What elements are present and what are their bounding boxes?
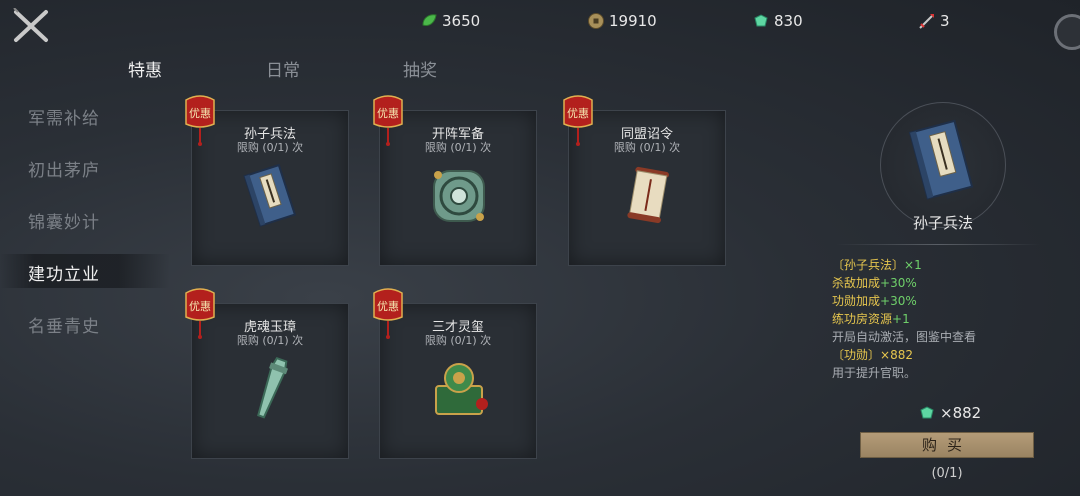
badge-label: 优惠 <box>377 299 399 313</box>
badge-label: 优惠 <box>189 299 211 313</box>
scroll-icon <box>627 166 669 224</box>
detail-line-stat2: 功勋加成+30% <box>832 292 917 310</box>
currency-copper: 19910 <box>587 10 657 32</box>
sidebar-item-merit[interactable]: 建功立业 <box>28 260 100 285</box>
item-price: ×882 <box>918 404 981 422</box>
merit-token-icon <box>754 14 768 27</box>
currency-copper-value: 19910 <box>609 12 657 30</box>
detail-item-qty: ×1 <box>904 258 922 272</box>
discount-badge: 优惠 <box>373 95 403 146</box>
discount-badge: 优惠 <box>185 95 215 146</box>
price-value: ×882 <box>940 404 982 422</box>
tab-special-offer[interactable]: 特惠 <box>128 56 162 81</box>
discount-badge: 优惠 <box>185 288 215 339</box>
tab-lottery[interactable]: 抽奖 <box>403 56 437 81</box>
merit-token-icon <box>920 406 934 419</box>
stat-label: 功勋加成 <box>832 294 881 308</box>
dragon-seal-icon <box>435 363 488 415</box>
selected-item-name: 孙子兵法 <box>912 214 973 232</box>
tab-daily[interactable]: 日常 <box>266 56 300 81</box>
currency-merit: 830 <box>752 10 803 32</box>
detail-merit-note: 用于提升官职。 <box>832 366 917 380</box>
jade-leaf-icon <box>422 14 437 26</box>
currency-arrow-value: 3 <box>940 12 950 30</box>
book-icon <box>243 163 297 227</box>
arrow-token-icon <box>919 14 934 29</box>
detail-item-name: 〔孙子兵法〕 <box>832 258 905 272</box>
close-button[interactable] <box>12 7 50 44</box>
buy-button[interactable]: 购买 <box>860 432 1034 458</box>
currency-jade-value: 3650 <box>442 12 481 30</box>
badge-label: 优惠 <box>377 106 399 120</box>
currency-merit-value: 830 <box>774 12 803 30</box>
detail-line-item: 〔孙子兵法〕×1 <box>832 256 922 274</box>
discount-badge: 优惠 <box>373 288 403 339</box>
detail-divider <box>836 244 1040 245</box>
sidebar-item-strategies[interactable]: 锦囊妙计 <box>28 208 100 233</box>
discount-badge: 优惠 <box>563 95 593 146</box>
copper-coin-icon <box>588 13 604 29</box>
stat-label: 练功房资源 <box>832 312 893 326</box>
book-icon <box>908 119 974 200</box>
merit-label: 〔功勋〕 <box>832 348 881 362</box>
detail-line-stat3: 练功房资源+1 <box>832 310 910 328</box>
badge-label: 优惠 <box>189 106 211 120</box>
buy-count: (0/1) <box>931 466 963 481</box>
stat-value: +1 <box>892 312 910 326</box>
stat-value: +30% <box>880 276 917 290</box>
stat-label: 杀敌加成 <box>832 276 881 290</box>
close-icon <box>13 7 48 42</box>
detail-line-stat1: 杀敌加成+30% <box>832 274 917 292</box>
shop-screen: 3650 19910 830 3 特惠 日常 抽奖 军需补给 初出茅庐 锦囊妙计… <box>0 0 1080 496</box>
sidebar-item-supplies[interactable]: 军需补给 <box>28 104 100 129</box>
badge-label: 优惠 <box>567 106 589 120</box>
detail-note: 开局自动激活，图鉴中查看 <box>832 330 977 344</box>
jade-blade-icon <box>257 356 289 419</box>
currency-arrow: 3 <box>918 10 950 32</box>
sidebar-item-legacy[interactable]: 名垂青史 <box>28 312 100 337</box>
currency-jade: 3650 <box>420 10 480 32</box>
merit-qty: ×882 <box>880 348 913 362</box>
stat-value: +30% <box>880 294 917 308</box>
selected-item-preview <box>880 102 1006 228</box>
detail-line-merit: 〔功勋〕×882 <box>832 346 913 364</box>
sidebar-item-beginner[interactable]: 初出茅庐 <box>28 156 100 181</box>
side-toggle-button[interactable] <box>1054 14 1080 50</box>
jade-medallion-icon <box>433 170 485 222</box>
